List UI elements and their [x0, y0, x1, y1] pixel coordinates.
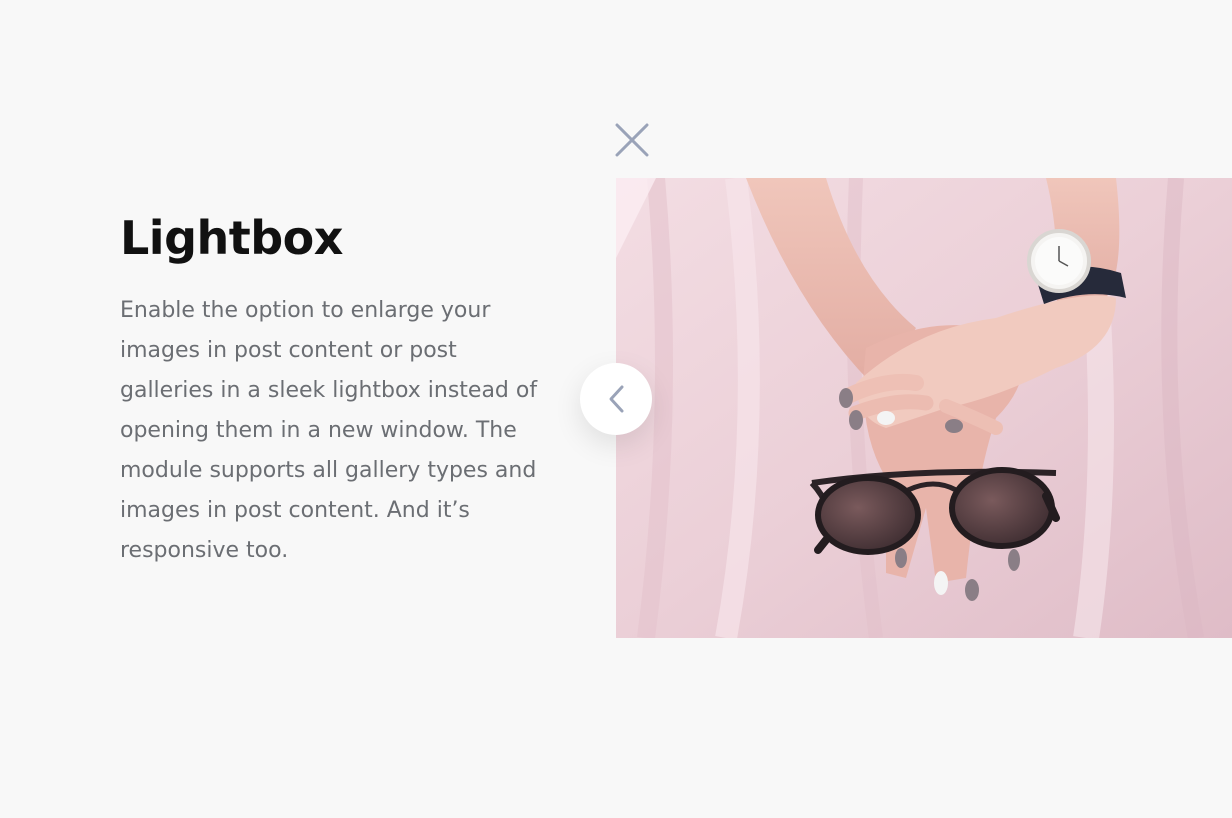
- feature-description: Enable the option to enlarge your images…: [120, 298, 538, 563]
- lightbox-prev-button[interactable]: [580, 363, 652, 435]
- feature-title: Lightbox: [120, 211, 343, 265]
- lightbox-close-button[interactable]: [612, 120, 652, 160]
- close-icon: [615, 123, 649, 157]
- lightbox-image: [616, 178, 1232, 638]
- chevron-left-icon: [609, 385, 624, 413]
